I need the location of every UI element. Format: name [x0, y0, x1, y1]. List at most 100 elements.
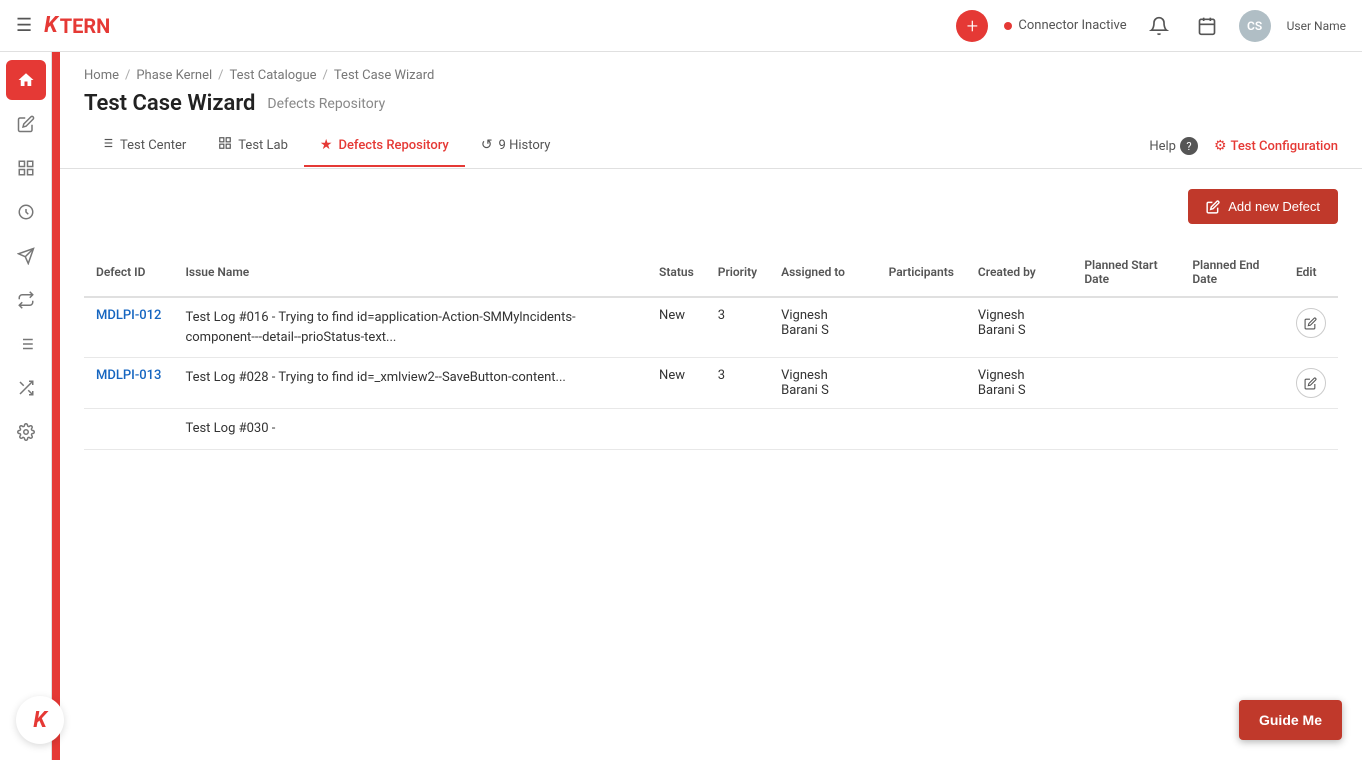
table-row: MDLPI-013 Test Log #028 - Trying to find…	[84, 358, 1338, 409]
connector-status: Connector Inactive	[1004, 18, 1126, 33]
connector-dot	[1004, 22, 1012, 30]
issue-name-1: Test Log #028 - Trying to find id=_xmlvi…	[185, 368, 635, 388]
sidebar-item-shuffle[interactable]	[6, 368, 46, 408]
col-defect-id: Defect ID	[84, 248, 173, 297]
page-title-row: Test Case Wizard Defects Repository	[60, 83, 1362, 116]
add-defect-label: Add new Defect	[1228, 199, 1320, 214]
col-assigned-to: Assigned to	[769, 248, 876, 297]
sidebar-item-edit[interactable]	[6, 104, 46, 144]
add-button-row: Add new Defect	[84, 189, 1338, 224]
hamburger-menu[interactable]: ☰	[16, 15, 32, 36]
planned-start-2	[1072, 409, 1180, 450]
test-center-icon	[100, 136, 114, 154]
planned-start-0	[1072, 297, 1180, 358]
priority-0: 3	[706, 297, 769, 358]
participants-0	[877, 297, 966, 358]
page-subtitle: Defects Repository	[267, 96, 385, 112]
defect-id-mdlpi-012[interactable]: MDLPI-012	[96, 308, 161, 323]
connector-label: Connector Inactive	[1018, 18, 1126, 33]
sidebar-item-repeat[interactable]	[6, 280, 46, 320]
tab-test-center-label: Test Center	[120, 138, 186, 153]
col-issue-name: Issue Name	[173, 248, 647, 297]
participants-1	[877, 358, 966, 409]
tab-test-lab-label: Test Lab	[238, 138, 288, 153]
tab-history-label: 9 History	[499, 138, 551, 153]
sidebar-item-grid[interactable]	[6, 148, 46, 188]
table-row: Test Log #030 -	[84, 409, 1338, 450]
breadcrumb: Home / Phase Kernel / Test Catalogue / T…	[60, 52, 1362, 83]
tabs-right: Help ? ⚙ Test Configuration	[1149, 137, 1338, 155]
breadcrumb-home[interactable]: Home	[84, 68, 119, 83]
issue-name-0: Test Log #016 - Trying to find id=applic…	[185, 308, 635, 347]
app-logo[interactable]: KTERN	[44, 13, 110, 38]
sidebar-item-settings[interactable]	[6, 412, 46, 452]
breadcrumb-test-catalogue[interactable]: Test Catalogue	[230, 68, 317, 83]
planned-end-1	[1180, 358, 1284, 409]
avatar[interactable]: CS	[1239, 10, 1271, 42]
sidebar-item-home[interactable]	[6, 60, 46, 100]
breadcrumb-sep-2: /	[218, 68, 223, 83]
planned-end-2	[1180, 409, 1284, 450]
status-2	[647, 409, 706, 450]
user-name: User Name	[1287, 19, 1346, 33]
created-by-2	[966, 409, 1072, 450]
help-circle-icon: ?	[1180, 137, 1198, 155]
logo-text: TERN	[60, 14, 111, 38]
content-area: Add new Defect Defect ID Issue Name Stat…	[60, 169, 1362, 470]
test-lab-icon	[218, 136, 232, 154]
calendar-icon[interactable]	[1191, 10, 1223, 42]
sidebar	[0, 52, 52, 760]
col-created-by: Created by	[966, 248, 1072, 297]
issue-name-2: Test Log #030 -	[185, 419, 635, 439]
add-new-defect-button[interactable]: Add new Defect	[1188, 189, 1338, 224]
created-by-0: Vignesh Barani S	[966, 297, 1072, 358]
edit-button-0[interactable]	[1296, 308, 1326, 338]
ktern-k-logo: K	[33, 708, 47, 733]
main-content: Home / Phase Kernel / Test Catalogue / T…	[60, 52, 1362, 760]
col-planned-end: Planned End Date	[1180, 248, 1284, 297]
test-configuration-button[interactable]: ⚙ Test Configuration	[1214, 138, 1338, 154]
breadcrumb-current: Test Case Wizard	[334, 68, 434, 83]
col-edit: Edit	[1284, 248, 1338, 297]
breadcrumb-sep-3: /	[323, 68, 328, 83]
sidebar-item-send[interactable]	[6, 236, 46, 276]
tab-test-lab[interactable]: Test Lab	[202, 124, 304, 168]
history-icon: ↺	[481, 137, 493, 153]
test-config-label: Test Configuration	[1231, 139, 1338, 154]
tabs-bar: Test Center Test Lab ★ Defects Repositor…	[60, 124, 1362, 169]
col-status: Status	[647, 248, 706, 297]
breadcrumb-phase-kernel[interactable]: Phase Kernel	[136, 68, 212, 83]
tab-defects-repository-label: Defects Repository	[338, 138, 448, 153]
col-planned-start: Planned Start Date	[1072, 248, 1180, 297]
status-0: New	[647, 297, 706, 358]
assigned-to-2	[769, 409, 876, 450]
tab-defects-repository[interactable]: ★ Defects Repository	[304, 125, 465, 167]
edit-button-1[interactable]	[1296, 368, 1326, 398]
tab-history[interactable]: ↺ 9 History	[465, 125, 567, 167]
notifications-icon[interactable]	[1143, 10, 1175, 42]
defect-id-mdlpi-013[interactable]: MDLPI-013	[96, 368, 161, 383]
sidebar-item-list[interactable]	[6, 324, 46, 364]
defects-repository-icon: ★	[320, 137, 333, 153]
col-priority: Priority	[706, 248, 769, 297]
defects-table: Defect ID Issue Name Status Priority Ass…	[84, 248, 1338, 450]
status-1: New	[647, 358, 706, 409]
tab-test-center[interactable]: Test Center	[84, 124, 202, 168]
add-button[interactable]: +	[956, 10, 988, 42]
sidebar-item-circle[interactable]	[6, 192, 46, 232]
ktern-watermark[interactable]: K	[16, 696, 64, 744]
assigned-to-1: Vignesh Barani S	[769, 358, 876, 409]
help-button[interactable]: Help ?	[1149, 137, 1198, 155]
planned-end-0	[1180, 297, 1284, 358]
table-row: MDLPI-012 Test Log #016 - Trying to find…	[84, 297, 1338, 358]
page-title: Test Case Wizard	[84, 91, 255, 116]
priority-1: 3	[706, 358, 769, 409]
top-navigation: ☰ KTERN + Connector Inactive CS User Nam…	[0, 0, 1362, 52]
priority-2	[706, 409, 769, 450]
created-by-1: Vignesh Barani S	[966, 358, 1072, 409]
breadcrumb-sep-1: /	[125, 68, 130, 83]
table-header-row: Defect ID Issue Name Status Priority Ass…	[84, 248, 1338, 297]
assigned-to-0: Vignesh Barani S	[769, 297, 876, 358]
participants-2	[877, 409, 966, 450]
guide-me-button[interactable]: Guide Me	[1239, 700, 1342, 740]
